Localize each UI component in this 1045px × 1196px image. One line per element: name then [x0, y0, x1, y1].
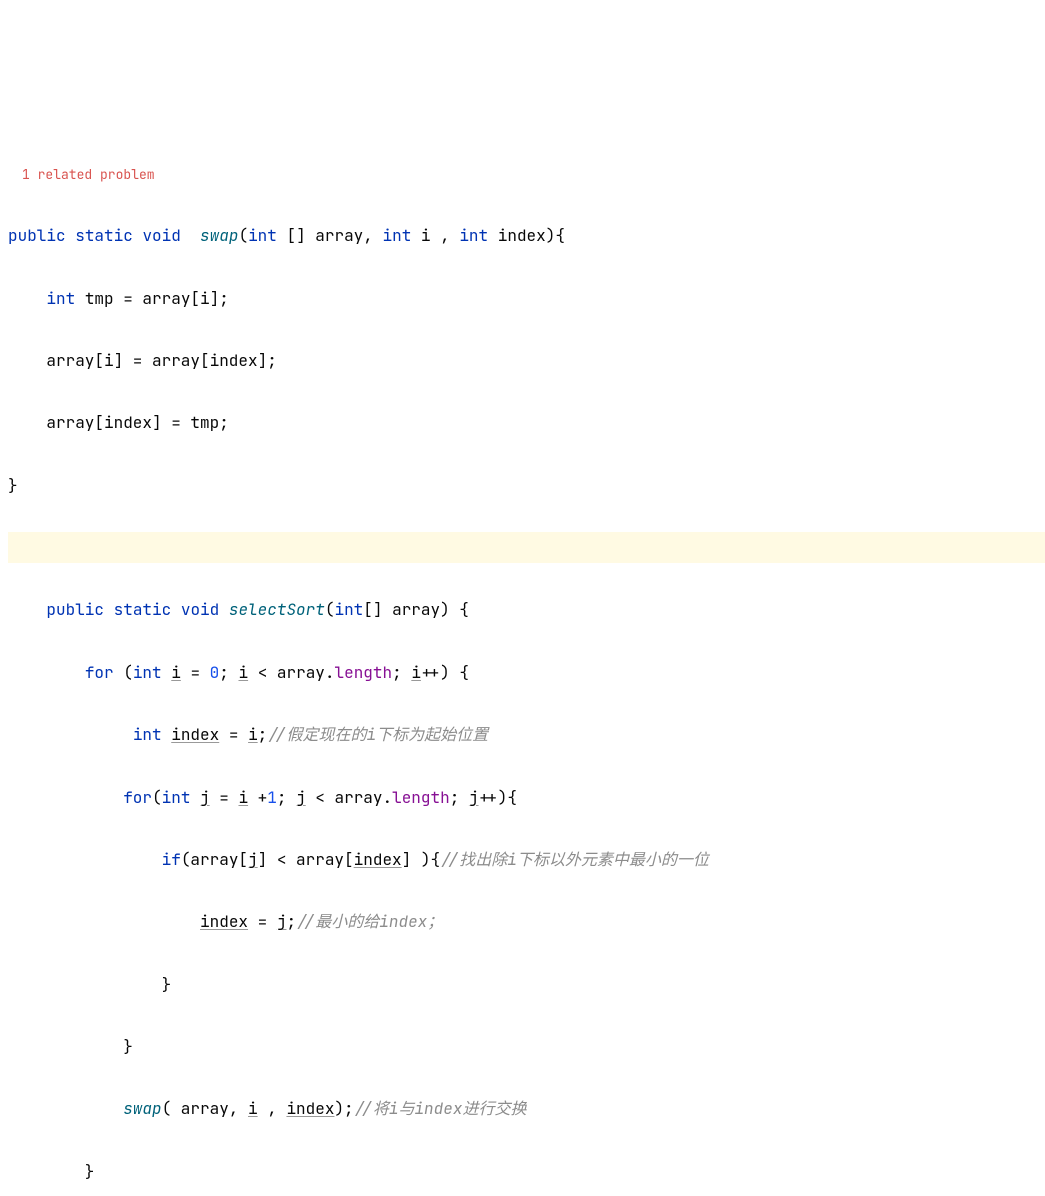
- var-i: i: [248, 724, 258, 745]
- text: < array.: [306, 787, 392, 808]
- text: (array[: [181, 849, 248, 870]
- text: [190, 787, 200, 808]
- text: ;: [277, 787, 296, 808]
- var-index: index: [200, 911, 248, 932]
- text: ( array,: [162, 1098, 248, 1119]
- code-line: }: [8, 470, 1045, 501]
- text: ++){: [479, 787, 517, 808]
- kw-int: int: [133, 724, 162, 745]
- var-index: index: [354, 849, 402, 870]
- text: =: [181, 662, 210, 683]
- code-line: for(int j = i +1; j < array.length; j++)…: [8, 782, 1045, 813]
- method-swap: swap: [200, 225, 238, 246]
- var-j: j: [277, 911, 287, 932]
- text: ;: [450, 787, 469, 808]
- var-j: j: [248, 849, 258, 870]
- text: ;: [258, 724, 268, 745]
- var-i: i: [411, 662, 421, 683]
- kw-int: int: [383, 225, 412, 246]
- code-line: int index = i;//假定现在的i下标为起始位置: [8, 719, 1045, 750]
- kw-for: for: [85, 662, 114, 683]
- text: ;: [286, 911, 296, 932]
- comment: //将i与index进行交换: [354, 1098, 527, 1119]
- var-j: j: [296, 787, 306, 808]
- kw-if: if: [162, 849, 181, 870]
- text: ] < array[: [258, 849, 354, 870]
- code-line: array[i] = array[index];: [8, 345, 1045, 376]
- kw-public: public: [46, 599, 104, 620]
- kw-int: int: [162, 787, 191, 808]
- code-editor: 1 related problem public static void swa…: [0, 127, 1045, 1196]
- param-index: index){: [488, 225, 565, 246]
- hint-text: 1 related problem: [8, 166, 155, 183]
- kw-int: int: [133, 662, 162, 683]
- text: ;: [219, 662, 238, 683]
- text: (: [152, 787, 162, 808]
- var-j: j: [200, 787, 210, 808]
- var-index: index: [171, 724, 219, 745]
- code-line: }: [8, 1031, 1045, 1062]
- kw-void: void: [181, 599, 219, 620]
- text: =: [248, 911, 277, 932]
- text: < array.: [248, 662, 334, 683]
- kw-int: int: [334, 599, 363, 620]
- text: ] ){: [402, 849, 440, 870]
- code-line: if(array[j] < array[index] ){//找出除i下标以外元…: [8, 844, 1045, 875]
- kw-int: int: [46, 288, 75, 309]
- code-line: }: [8, 1156, 1045, 1187]
- kw-static: static: [75, 225, 133, 246]
- kw-int: int: [459, 225, 488, 246]
- call-swap: swap: [123, 1098, 161, 1119]
- kw-for: for: [123, 787, 152, 808]
- code-line: array[index] = tmp;: [8, 407, 1045, 438]
- num: 0: [210, 662, 220, 683]
- var-i: i: [238, 662, 248, 683]
- text: ;: [392, 662, 411, 683]
- code-line: }: [8, 969, 1045, 1000]
- param-i: i ,: [411, 225, 459, 246]
- var-i: i: [248, 1098, 258, 1119]
- code-line: index = j;//最小的给index；: [8, 906, 1045, 937]
- hint-line: 1 related problem: [8, 158, 1045, 189]
- text: ,: [258, 1098, 287, 1119]
- var-i: i: [171, 662, 181, 683]
- code-line: int tmp = array[i];: [8, 283, 1045, 314]
- code-line: public static void swap(int [] array, in…: [8, 220, 1045, 251]
- code-line: swap( array, i , index);//将i与index进行交换: [8, 1093, 1045, 1124]
- code-line: for (int i = 0; i < array.length; i++) {: [8, 657, 1045, 688]
- text: =: [210, 787, 239, 808]
- var-j: j: [469, 787, 479, 808]
- kw-int: int: [248, 225, 277, 246]
- text: [] array) {: [363, 599, 469, 620]
- comment: //找出除i下标以外元素中最小的一位: [440, 849, 709, 870]
- kw-public: public: [8, 225, 66, 246]
- text: tmp = array[i];: [75, 288, 229, 309]
- prop-length: length: [392, 787, 450, 808]
- method-selectSort: selectSort: [229, 599, 325, 620]
- var-i: i: [238, 787, 248, 808]
- comment: //最小的给index；: [296, 911, 443, 932]
- kw-void: void: [142, 225, 180, 246]
- code-line: public static void selectSort(int[] arra…: [8, 594, 1045, 625]
- text: );: [334, 1098, 353, 1119]
- param-array: [] array,: [286, 225, 382, 246]
- code-line-highlighted: [8, 532, 1045, 563]
- kw-static: static: [114, 599, 172, 620]
- text: [162, 724, 172, 745]
- var-index: index: [286, 1098, 334, 1119]
- text: =: [219, 724, 248, 745]
- num: 1: [267, 787, 277, 808]
- text: +: [248, 787, 267, 808]
- comment: //假定现在的i下标为起始位置: [267, 724, 488, 745]
- prop-length: length: [335, 662, 393, 683]
- text: ++) {: [421, 662, 469, 683]
